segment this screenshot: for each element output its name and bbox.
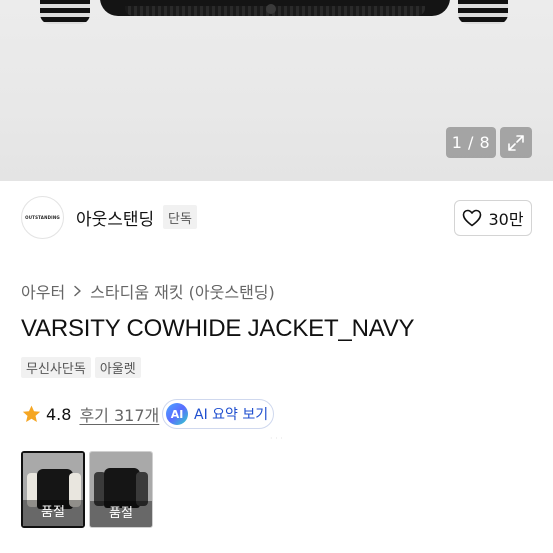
heart-icon (463, 209, 482, 227)
ai-icon: AI (166, 403, 188, 425)
ai-summary-label: AI 요약 보기 (194, 407, 269, 423)
breadcrumb-subcategory[interactable]: 스타디움 재킷 (아웃스탠딩) (90, 279, 275, 303)
breadcrumb-category[interactable]: 아우터 (21, 279, 65, 303)
soldout-label: 품절 (41, 505, 65, 520)
option-thumb-ivory[interactable]: 품절 (21, 451, 85, 528)
jacket-button (266, 4, 276, 14)
product-title: VARSITY COWHIDE JACKET_NAVY (21, 315, 415, 342)
brand-name[interactable]: 아웃스탠딩 (76, 205, 154, 230)
brand-exclusive-tag: 단독 (163, 205, 197, 229)
brand-row: OUTSTANDING 아웃스탠딩 단독 30만 (0, 181, 553, 253)
expand-button[interactable] (500, 127, 532, 158)
reviews-link[interactable]: 후기 317개 (79, 402, 159, 426)
badge-musinsa-exclusive: 무신사단독 (21, 357, 91, 378)
breadcrumb: 아우터 스타디움 재킷 (아웃스탠딩) (21, 279, 275, 303)
like-count: 30만 (488, 210, 524, 229)
chevron-right-icon (74, 285, 81, 297)
image-pager: 1 / 8 (446, 127, 496, 158)
brand-like-button[interactable]: 30만 (454, 200, 532, 236)
brand-logo-text: OUTSTANDING (25, 215, 60, 220)
expand-icon (508, 134, 524, 151)
badge-outlet: 아울렛 (94, 357, 141, 378)
brand-logo[interactable]: OUTSTANDING (21, 196, 64, 239)
rating-row: 4.8 후기 317개 (21, 400, 159, 428)
star-icon (22, 405, 41, 422)
option-thumb-black[interactable]: 품절 (89, 451, 153, 528)
product-image-gallery[interactable]: 1 / 8 (0, 0, 553, 181)
product-badges: 무신사단독 아울렛 (21, 357, 141, 378)
jacket-left-cuff (40, 0, 90, 24)
sparkle-decoration-icon: · · · (270, 434, 283, 443)
rating-value: 4.8 (46, 404, 72, 424)
ai-summary-button[interactable]: AI AI 요약 보기 (162, 399, 274, 429)
jacket-right-cuff (458, 0, 508, 24)
soldout-label: 품절 (109, 506, 133, 521)
